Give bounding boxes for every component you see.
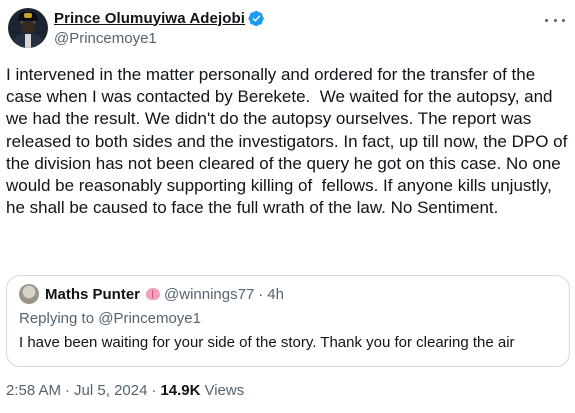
verified-badge-icon[interactable] [248, 10, 265, 27]
quote-header: Maths Punter @winnings77 · 4h [19, 284, 284, 304]
quoted-tweet[interactable]: Maths Punter @winnings77 · 4h Replying t… [6, 275, 570, 367]
tweet-meta: 2:58 AM · Jul 5, 2024 · 14.9K Views [6, 382, 244, 399]
quote-time[interactable]: 4h [267, 286, 284, 303]
views-label: Views [204, 382, 245, 399]
tweet-date[interactable]: Jul 5, 2024 [74, 382, 147, 399]
more-icon[interactable] [545, 12, 565, 28]
more-dot [553, 18, 557, 22]
avatar-shirt [25, 34, 31, 48]
tweet-header: Prince Olumuyiwa Adejobi @Princemoye1 [4, 8, 571, 52]
tweet-time[interactable]: 2:58 AM [6, 382, 61, 399]
author-names: Prince Olumuyiwa Adejobi @Princemoye1 [54, 8, 265, 47]
quote-handle[interactable]: @winnings77 [164, 286, 254, 303]
quote-replying-to[interactable]: Replying to @Princemoye1 [19, 310, 201, 327]
more-dot [545, 18, 548, 22]
display-name-row: Prince Olumuyiwa Adejobi [54, 8, 265, 28]
tweet-text: I intervened in the matter personally an… [6, 65, 573, 218]
avatar-cap-badge [24, 13, 32, 18]
quote-display-name[interactable]: Maths Punter [45, 286, 140, 303]
author-display-name[interactable]: Prince Olumuyiwa Adejobi [54, 10, 245, 27]
quote-text: I have been waiting for your side of the… [19, 334, 515, 351]
quote-avatar[interactable] [19, 284, 39, 304]
meta-separator: · [151, 382, 157, 399]
avatar-face [21, 20, 35, 33]
more-dot [562, 18, 565, 22]
meta-separator: · [65, 382, 71, 399]
author-avatar[interactable] [8, 8, 48, 48]
author-handle[interactable]: @Princemoye1 [54, 30, 265, 47]
brain-emoji-icon [146, 288, 161, 300]
quote-separator: · [258, 285, 264, 303]
views-count[interactable]: 14.9K [160, 382, 200, 399]
